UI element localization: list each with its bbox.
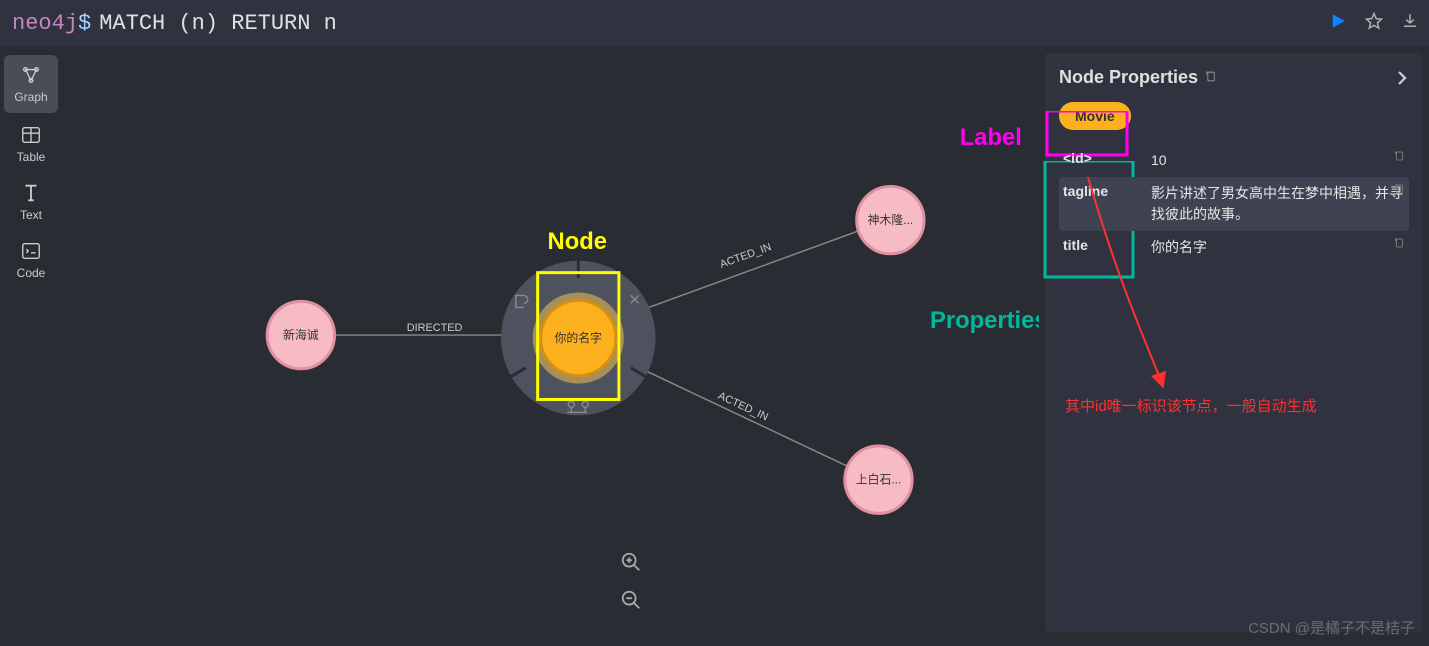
graph-icon [20, 64, 42, 86]
collapse-panel-button[interactable] [1393, 67, 1411, 93]
query-text[interactable]: MATCH (n) RETURN n [99, 11, 337, 36]
property-value: 你的名字 [1151, 237, 1405, 258]
property-row[interactable]: tagline 影片讲述了男女高中生在梦中相遇，并寻找彼此的故事。 [1059, 177, 1409, 231]
node-label: 新海诚 [283, 328, 319, 342]
annotation-properties: Properties [930, 307, 1039, 334]
prompt-db: neo4j [12, 11, 78, 36]
sidebar-item-text[interactable]: Text [0, 173, 62, 231]
annotation-node: Node [548, 228, 607, 255]
run-button[interactable] [1329, 12, 1347, 35]
property-row[interactable]: title 你的名字 [1059, 231, 1409, 264]
properties-panel: Node Properties Movie <id> 10 tagline 影片… [1045, 53, 1423, 632]
property-value: 影片讲述了男女高中生在梦中相遇，并寻找彼此的故事。 [1151, 183, 1405, 225]
prompt: neo4j$ MATCH (n) RETURN n [12, 11, 337, 36]
sidebar-item-label: Graph [14, 90, 47, 104]
property-row[interactable]: <id> 10 [1059, 144, 1409, 177]
property-key: <id> [1063, 150, 1151, 171]
text-icon [20, 182, 42, 204]
sidebar-item-table[interactable]: Table [0, 115, 62, 173]
clipboard-icon[interactable] [1204, 70, 1217, 86]
node-label: 你的名字 [555, 331, 603, 345]
property-value: 10 [1151, 150, 1405, 171]
graph-canvas[interactable]: DIRECTED ACTED_IN ACTED_IN 你的名字 [68, 53, 1039, 632]
table-icon [20, 124, 42, 146]
edge-label: DIRECTED [407, 322, 463, 334]
copy-icon[interactable] [1393, 150, 1405, 165]
sidebar-item-label: Table [17, 150, 46, 164]
annotation-label: Label [960, 124, 1022, 151]
download-icon[interactable] [1401, 12, 1419, 35]
sidebar-item-label: Code [17, 266, 46, 280]
copy-icon[interactable] [1393, 237, 1405, 252]
copy-icon[interactable] [1393, 183, 1405, 198]
node-label-pill[interactable]: Movie [1059, 102, 1131, 130]
edge-label: ACTED_IN [716, 390, 770, 424]
property-key: tagline [1063, 183, 1151, 225]
zoom-out-button[interactable] [617, 586, 645, 614]
zoom-in-button[interactable] [617, 548, 645, 576]
node-label: 上白石... [856, 473, 902, 487]
panel-title: Node Properties [1059, 67, 1409, 88]
annotation-note: 其中id唯一标识该节点，一般自动生成 [1065, 395, 1317, 416]
prompt-dollar: $ [78, 11, 91, 36]
sidebar-item-code[interactable]: Code [0, 231, 62, 289]
edge-label: ACTED_IN [718, 241, 773, 271]
edge-acted-in-1[interactable] [633, 229, 864, 313]
code-icon [20, 240, 42, 262]
property-key: title [1063, 237, 1151, 258]
sidebar-item-graph[interactable]: Graph [4, 55, 58, 113]
view-sidebar: Graph Table Text Code [0, 47, 62, 638]
sidebar-item-label: Text [20, 208, 42, 222]
query-bar: neo4j$ MATCH (n) RETURN n [0, 0, 1429, 47]
node-label: 神木隆... [868, 213, 914, 227]
edge-acted-in-2[interactable] [629, 363, 851, 468]
favorite-icon[interactable] [1365, 12, 1383, 35]
watermark: CSDN @是橘子不是桔子 [1248, 617, 1415, 638]
